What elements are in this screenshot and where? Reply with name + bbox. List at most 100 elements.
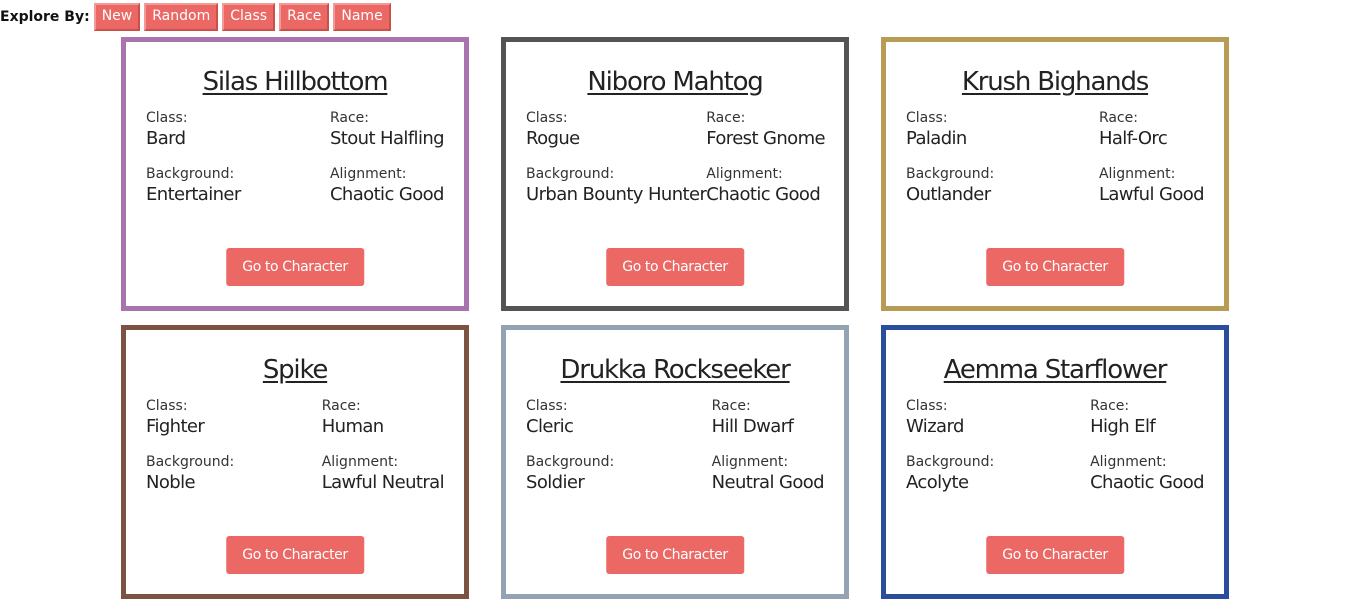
- character-name-link[interactable]: Niboro Mahtog: [526, 64, 824, 100]
- background-field: Background: Entertainer: [146, 165, 241, 207]
- class-field: Class: Fighter: [146, 397, 234, 439]
- race-label: Race:: [329, 110, 369, 126]
- explore-bar: Explore By: New Random Class Race Name: [0, 3, 395, 31]
- race-field: Race: High Elf: [1090, 397, 1204, 439]
- character-card: Niboro Mahtog Class: Rogue Race: Forest …: [501, 37, 849, 311]
- class-value: Paladin: [906, 128, 967, 149]
- alignment-value: Chaotic Good: [706, 184, 821, 205]
- alignment-label: Alignment:: [711, 454, 789, 470]
- race-label: Race:: [706, 110, 746, 126]
- character-name-link[interactable]: Drukka Rockseeker: [526, 352, 824, 388]
- class-field: Class: Rogue: [526, 109, 706, 151]
- background-value: Acolyte: [906, 472, 969, 493]
- race-field: Race: Stout Halfling: [329, 109, 445, 151]
- character-card: Silas Hillbottom Class: Bard Race: Stout…: [121, 37, 469, 311]
- go-to-character-button[interactable]: Go to Character: [226, 536, 364, 574]
- alignment-value: Chaotic Good: [329, 184, 445, 205]
- alignment-field: Alignment: Chaotic Good: [1090, 453, 1205, 495]
- background-field: Background: Soldier: [526, 453, 614, 495]
- class-label: Class:: [906, 398, 948, 414]
- class-label: Class:: [526, 110, 568, 126]
- background-value: Outlander: [906, 184, 991, 205]
- alignment-field: Alignment: Chaotic Good: [706, 165, 825, 207]
- class-value: Fighter: [146, 416, 205, 437]
- alignment-value: Lawful Neutral: [321, 472, 445, 493]
- class-value: Bard: [146, 128, 186, 149]
- character-card: Spike Class: Fighter Race: Human Backgro…: [121, 325, 469, 599]
- race-label: Race:: [1090, 398, 1130, 414]
- character-card: Drukka Rockseeker Class: Cleric Race: Hi…: [501, 325, 849, 599]
- class-value: Wizard: [906, 416, 964, 437]
- character-attributes: Class: Rogue Race: Forest Gnome Backgrou…: [526, 109, 826, 207]
- character-name-link[interactable]: Spike: [146, 352, 444, 388]
- explore-name-button[interactable]: Name: [333, 3, 391, 31]
- background-label: Background:: [906, 454, 995, 470]
- race-value: Half-Orc: [1098, 128, 1168, 149]
- background-label: Background:: [906, 166, 995, 182]
- class-value: Cleric: [526, 416, 574, 437]
- alignment-label: Alignment:: [321, 454, 399, 470]
- go-to-character-button[interactable]: Go to Character: [606, 248, 744, 286]
- background-label: Background:: [146, 166, 235, 182]
- alignment-field: Alignment: Lawful Neutral: [321, 453, 445, 495]
- race-label: Race:: [1098, 110, 1138, 126]
- background-field: Background: Urban Bounty Hunter: [526, 165, 707, 207]
- background-value: Urban Bounty Hunter: [526, 184, 707, 205]
- explore-new-button[interactable]: New: [93, 3, 141, 31]
- class-value: Rogue: [526, 128, 580, 149]
- alignment-label: Alignment:: [1098, 166, 1176, 182]
- explore-class-button[interactable]: Class: [222, 3, 276, 31]
- character-attributes: Class: Bard Race: Stout Halfling Backgro…: [146, 109, 445, 207]
- race-label: Race:: [321, 398, 361, 414]
- explore-race-button[interactable]: Race: [279, 3, 330, 31]
- race-value: Human: [321, 416, 385, 437]
- alignment-field: Alignment: Chaotic Good: [329, 165, 445, 207]
- character-card: Aemma Starflower Class: Wizard Race: Hig…: [881, 325, 1229, 599]
- alignment-label: Alignment:: [1090, 454, 1167, 470]
- class-label: Class:: [906, 110, 948, 126]
- race-value: Hill Dwarf: [711, 416, 794, 437]
- race-value: Forest Gnome: [706, 128, 826, 149]
- go-to-character-button[interactable]: Go to Character: [606, 536, 744, 574]
- character-card: Krush Bighands Class: Paladin Race: Half…: [881, 37, 1229, 311]
- character-name-link[interactable]: Krush Bighands: [906, 64, 1204, 100]
- explore-random-button[interactable]: Random: [144, 3, 219, 31]
- class-label: Class:: [146, 398, 188, 414]
- alignment-value: Lawful Good: [1098, 184, 1205, 205]
- character-attributes: Class: Wizard Race: High Elf Background:…: [906, 397, 1205, 495]
- background-field: Background: Noble: [146, 453, 234, 495]
- race-value: High Elf: [1090, 416, 1156, 437]
- alignment-value: Neutral Good: [711, 472, 825, 493]
- background-label: Background:: [526, 166, 615, 182]
- alignment-field: Alignment: Neutral Good: [711, 453, 825, 495]
- class-field: Class: Cleric: [526, 397, 614, 439]
- alignment-field: Alignment: Lawful Good: [1098, 165, 1205, 207]
- class-field: Class: Bard: [146, 109, 241, 151]
- class-field: Class: Wizard: [906, 397, 994, 439]
- character-grid: Silas Hillbottom Class: Bard Race: Stout…: [121, 37, 1229, 599]
- class-label: Class:: [526, 398, 568, 414]
- race-field: Race: Hill Dwarf: [712, 397, 824, 439]
- class-label: Class:: [146, 110, 188, 126]
- race-field: Race: Human: [322, 397, 444, 439]
- background-value: Noble: [146, 472, 196, 493]
- explore-label: Explore By:: [0, 9, 90, 25]
- race-field: Race: Half-Orc: [1099, 109, 1204, 151]
- character-attributes: Class: Paladin Race: Half-Orc Background…: [906, 109, 1205, 207]
- background-field: Background: Outlander: [906, 165, 994, 207]
- character-name-link[interactable]: Aemma Starflower: [906, 352, 1204, 388]
- race-label: Race:: [711, 398, 751, 414]
- race-field: Race: Forest Gnome: [706, 109, 825, 151]
- go-to-character-button[interactable]: Go to Character: [986, 248, 1124, 286]
- go-to-character-button[interactable]: Go to Character: [986, 536, 1124, 574]
- background-field: Background: Acolyte: [906, 453, 994, 495]
- character-name-link[interactable]: Silas Hillbottom: [146, 64, 444, 100]
- character-attributes: Class: Cleric Race: Hill Dwarf Backgroun…: [526, 397, 825, 495]
- alignment-label: Alignment:: [706, 166, 783, 182]
- background-value: Soldier: [526, 472, 585, 493]
- race-value: Stout Halfling: [329, 128, 445, 149]
- alignment-label: Alignment:: [329, 166, 407, 182]
- go-to-character-button[interactable]: Go to Character: [226, 248, 364, 286]
- background-label: Background:: [526, 454, 615, 470]
- alignment-value: Chaotic Good: [1090, 472, 1205, 493]
